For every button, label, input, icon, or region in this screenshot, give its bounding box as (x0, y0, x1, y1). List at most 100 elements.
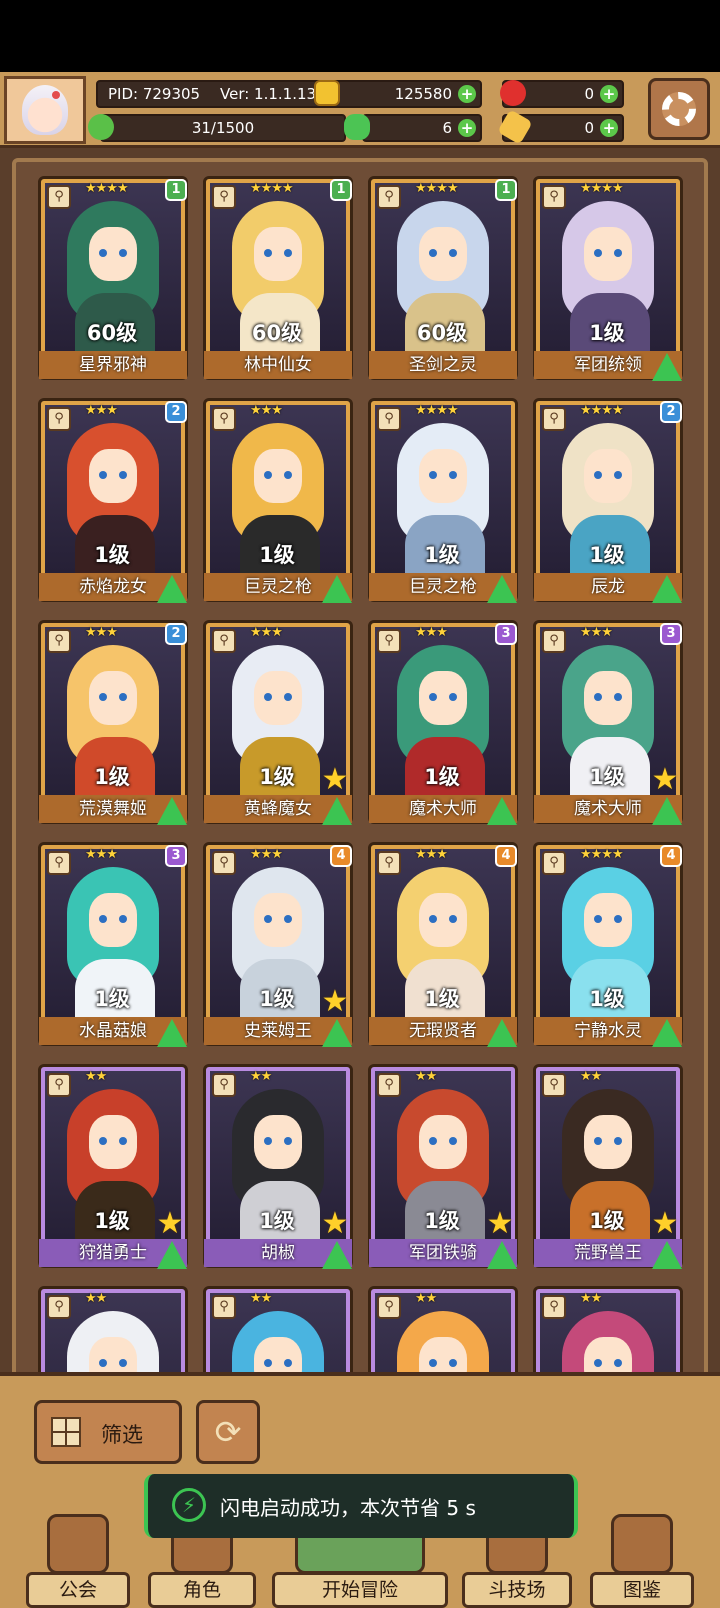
hero-card[interactable]: ⚲ ★★★ 1级 巨灵之枪 (203, 398, 353, 603)
class-type-icon: ⚲ (47, 407, 71, 431)
class-type-icon: ⚲ (47, 851, 71, 875)
gold-star-icon: ★ (651, 1206, 679, 1241)
upgrade-arrow-icon[interactable] (322, 797, 352, 825)
add-gold-button[interactable]: + (458, 85, 476, 103)
hero-card[interactable]: ⚲ ★★★★ 1级 巨灵之枪 (368, 398, 518, 603)
portrait-eye (99, 471, 107, 479)
hero-card[interactable]: ⚲ ★★★ 4 1级 ★ 史莱姆王 (203, 842, 353, 1047)
upgrade-arrow-icon[interactable] (487, 1241, 517, 1269)
hero-grid[interactable]: ⚲ ★★★★ 1 60级 星界邪神 ⚲ ★★★★ 1 60级 林中仙女 ⚲ ★★★★ 1 60级 圣剑之灵 ⚲… (38, 176, 698, 1376)
settings-button[interactable] (648, 78, 710, 140)
portrait-face (584, 1115, 632, 1169)
red-apple-icon (500, 80, 526, 106)
hero-card[interactable]: ⚲ ★★★ 2 1级 荒漠舞姬 (38, 620, 188, 825)
energy-counter: 31/1500 (88, 114, 346, 142)
hero-card[interactable]: ⚲ ★★★★ 2 1级 辰龙 (533, 398, 683, 603)
add-clover-button[interactable]: + (458, 119, 476, 137)
hero-card[interactable]: ⚲ ★★ 1级 ★ 狩猎勇士 (38, 1064, 188, 1269)
nav-codex[interactable]: 图鉴 (590, 1510, 694, 1608)
player-avatar[interactable] (4, 76, 86, 144)
tier-badge: 2 (660, 401, 682, 423)
upgrade-arrow-icon[interactable] (652, 1241, 682, 1269)
upgrade-arrow-icon[interactable] (157, 1019, 187, 1047)
star-rating: ★★★ (85, 625, 118, 640)
upgrade-arrow-icon[interactable] (487, 797, 517, 825)
upgrade-arrow-icon[interactable] (157, 1241, 187, 1269)
portrait-face (89, 893, 137, 947)
hero-card[interactable]: ⚲ ★★★ 3 1级 魔术大师 (368, 620, 518, 825)
portrait-eye (594, 471, 602, 479)
portrait-face (419, 449, 467, 503)
hero-card[interactable]: ⚲ ★★★ 3 1级 ★ 魔术大师 (533, 620, 683, 825)
toast-message: 闪电启动成功，本次节省 5 s (220, 1496, 476, 1520)
upgrade-arrow-icon[interactable] (487, 575, 517, 603)
hero-level: 1级 (424, 987, 460, 1011)
filter-button[interactable]: 筛选 (34, 1400, 182, 1464)
upgrade-arrow-icon[interactable] (652, 353, 682, 381)
portrait-eye (119, 1137, 127, 1145)
hero-card[interactable]: ⚲ ★★★★ 1级 军团统领 (533, 176, 683, 381)
hero-card[interactable]: ⚲ ★★ 1级 ★ 荒野兽王 (533, 1064, 683, 1269)
hero-name: 圣剑之灵 (369, 351, 517, 379)
upgrade-arrow-icon[interactable] (652, 1019, 682, 1047)
star-rating: ★★★★ (580, 181, 624, 196)
refresh-button[interactable]: ⟳ (196, 1400, 260, 1464)
lightning-icon: ⚡ (172, 1488, 206, 1522)
class-type-icon: ⚲ (212, 1073, 236, 1097)
hero-card[interactable]: ⚲ ★★ (38, 1286, 188, 1376)
class-type-icon: ⚲ (212, 851, 236, 875)
hero-card[interactable]: ⚲ ★★ (203, 1286, 353, 1376)
upgrade-arrow-icon[interactable] (157, 797, 187, 825)
toast-notification: ⚡ 闪电启动成功，本次节省 5 s (144, 1474, 578, 1538)
hero-card[interactable]: ⚲ ★★★★ 1 60级 圣剑之灵 (368, 176, 518, 380)
nav-guild[interactable]: 公会 (26, 1510, 130, 1608)
star-rating: ★★★ (85, 847, 118, 862)
class-type-icon: ⚲ (212, 185, 236, 209)
portrait-eye (429, 249, 437, 257)
portrait-eye (284, 1359, 292, 1367)
gold-star-icon: ★ (321, 984, 349, 1019)
portrait-eye (594, 915, 602, 923)
apple-counter: 0 + (500, 80, 624, 108)
class-type-icon: ⚲ (47, 1295, 71, 1319)
gold-counter: 125580 + (314, 80, 482, 108)
hero-card[interactable]: ⚲ ★★ (533, 1286, 683, 1376)
hero-card[interactable]: ⚲ ★★★ 3 1级 水晶菇娘 (38, 842, 188, 1047)
portrait-eye (614, 1137, 622, 1145)
upgrade-arrow-icon[interactable] (322, 1019, 352, 1047)
upgrade-arrow-icon[interactable] (157, 575, 187, 603)
hero-card[interactable]: ⚲ ★★★★ 1 60级 林中仙女 (203, 176, 353, 380)
hero-card[interactable]: ⚲ ★★★ 1级 ★ 黄蜂魔女 (203, 620, 353, 825)
tier-badge: 2 (165, 401, 187, 423)
hero-card[interactable]: ⚲ ★★★★ 4 1级 宁静水灵 (533, 842, 683, 1047)
tier-badge: 1 (330, 179, 352, 201)
portrait-eye (449, 249, 457, 257)
add-apple-button[interactable]: + (600, 85, 618, 103)
hero-level: 1级 (424, 765, 460, 789)
energy-value: 31/1500 (191, 119, 255, 137)
hero-card[interactable]: ⚲ ★★ 1级 ★ 军团铁骑 (368, 1064, 518, 1269)
add-bread-button[interactable]: + (600, 119, 618, 137)
portrait-eye (614, 915, 622, 923)
hero-card[interactable]: ⚲ ★★★ 4 1级 无瑕贤者 (368, 842, 518, 1047)
class-type-icon: ⚲ (377, 1073, 401, 1097)
star-rating: ★★★★ (85, 181, 129, 196)
upgrade-arrow-icon[interactable] (652, 797, 682, 825)
star-rating: ★★★ (250, 847, 283, 862)
class-type-icon: ⚲ (377, 629, 401, 653)
bread-icon (497, 109, 533, 145)
upgrade-arrow-icon[interactable] (322, 1241, 352, 1269)
hero-card[interactable]: ⚲ ★★★★ 1 60级 星界邪神 (38, 176, 188, 380)
portrait-eye (284, 249, 292, 257)
hero-card[interactable]: ⚲ ★★ (368, 1286, 518, 1376)
hero-card[interactable]: ⚲ ★★★ 2 1级 赤焰龙女 (38, 398, 188, 603)
nav-guild-label: 公会 (26, 1572, 130, 1608)
upgrade-arrow-icon[interactable] (652, 575, 682, 603)
upgrade-arrow-icon[interactable] (322, 575, 352, 603)
upgrade-arrow-icon[interactable] (487, 1019, 517, 1047)
hero-level: 60级 (416, 321, 468, 345)
gold-star-icon: ★ (156, 1206, 184, 1241)
portrait-eye (594, 1137, 602, 1145)
star-rating: ★★ (250, 1069, 272, 1084)
hero-card[interactable]: ⚲ ★★ 1级 ★ 胡椒 (203, 1064, 353, 1269)
